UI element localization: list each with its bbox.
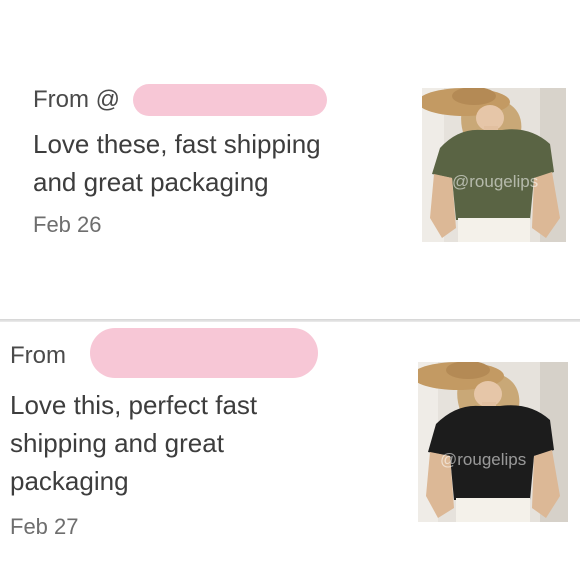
- review-from-label: From: [10, 342, 66, 369]
- product-photo-illustration: [418, 362, 568, 522]
- product-photo-illustration: [422, 88, 566, 242]
- review-text: Love these, fast shipping and great pack…: [33, 125, 321, 201]
- photo-watermark: @rougelips: [452, 172, 539, 191]
- review-text-line: Love this, perfect fast: [10, 390, 258, 420]
- review-text-line: Love these, fast shipping: [33, 129, 321, 159]
- review-text-line: shipping and great: [10, 428, 224, 458]
- redacted-username: [133, 84, 327, 116]
- review-text-line: and great packaging: [33, 167, 269, 197]
- review-date: Feb 27: [10, 514, 79, 539]
- review-card[interactable]: From @ Love these, fast shipping and gre…: [0, 0, 580, 320]
- review-text-line: packaging: [10, 466, 129, 496]
- review-date: Feb 26: [33, 212, 102, 237]
- product-photo[interactable]: @rougelips: [422, 88, 566, 242]
- product-photo[interactable]: @rougelips: [418, 362, 568, 522]
- photo-watermark: @rougelips: [440, 450, 527, 469]
- redacted-username: [90, 328, 318, 378]
- review-from-label: From @: [33, 86, 121, 113]
- review-text: Love this, perfect fast shipping and gre…: [10, 386, 257, 500]
- review-card[interactable]: From Love this, perfect fast shipping an…: [0, 322, 580, 580]
